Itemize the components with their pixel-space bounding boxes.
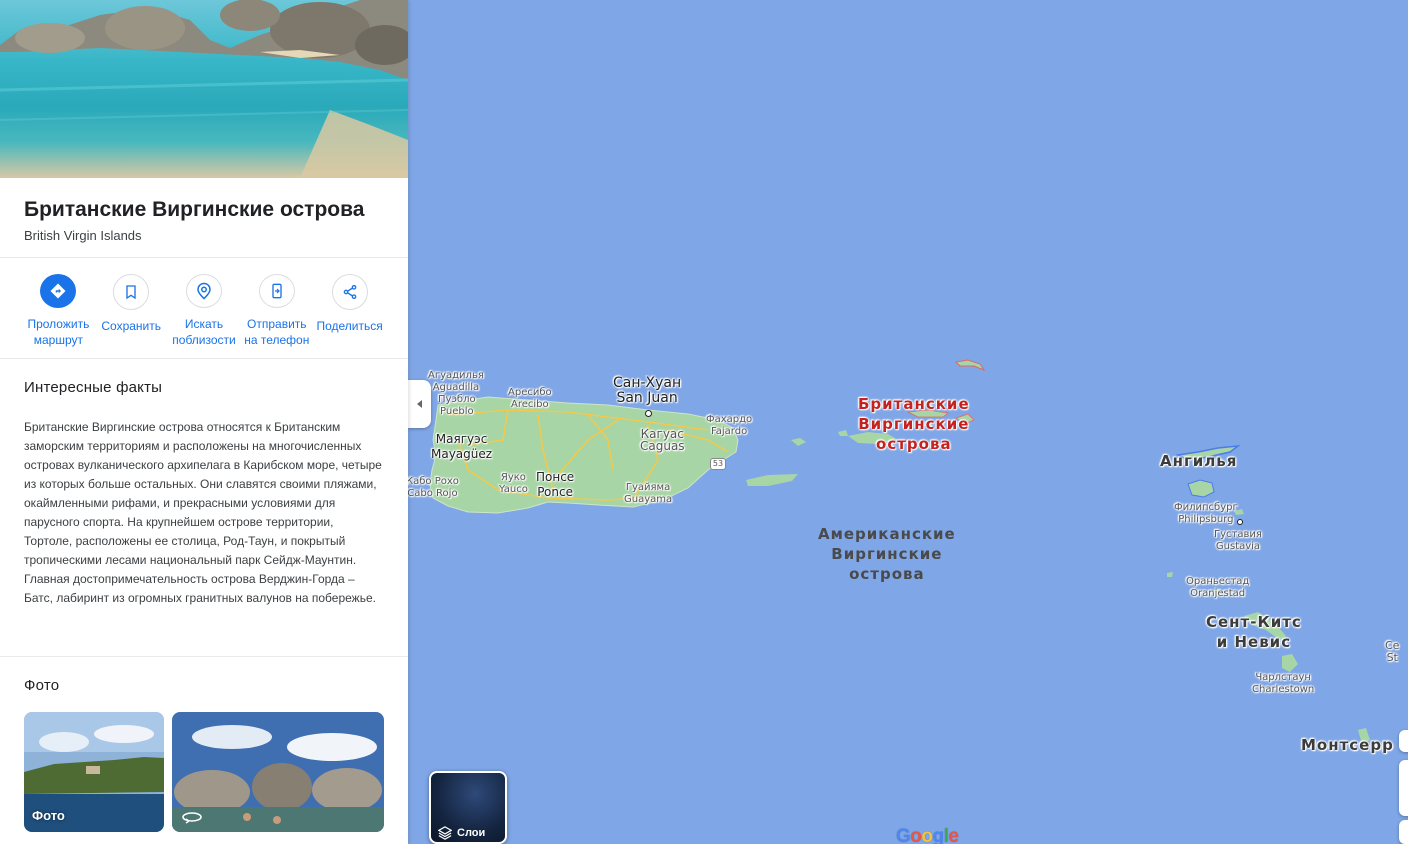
search-nearby-icon [185,274,222,308]
map-compass-button[interactable] [1399,730,1408,752]
vieques-island [746,474,798,486]
photos-heading: Фото [24,677,60,694]
bookmark-icon [113,274,150,310]
nevis-island [1282,654,1298,672]
map-label-fajardo[interactable]: Фахардо Fajardo [706,414,752,438]
map-label-gustavia[interactable]: Густавия Gustavia [1214,529,1262,553]
capital-marker [645,410,652,417]
map-label-pueblo[interactable]: Пуэбло Pueblo [438,382,476,418]
map-label-us-virgin-islands[interactable]: Американские Виргинские острова [818,524,956,584]
photos-section: Фото Фото [0,657,408,832]
st-john-island [838,430,848,436]
search-nearby-label: Искать поблизости [172,317,236,347]
photo-thumbnail-1[interactable]: Фото [24,712,164,832]
share-button[interactable]: Поделиться [313,274,386,348]
hero-photo[interactable] [0,0,408,178]
save-button[interactable]: Сохранить [95,274,168,348]
map-label-charlestown[interactable]: Чарлстаун Charlestown [1252,672,1314,696]
photo-thumbnail-360[interactable] [172,712,384,832]
map-label-st-kitts-nevis[interactable]: Сент-Китс и Невис [1206,612,1302,652]
map-label-cabo-rojo[interactable]: Кабо Рохо Cabo Rojo [408,476,459,500]
place-subtitle: British Virgin Islands [24,228,142,243]
anegada-island [954,359,986,372]
collapse-panel-button[interactable] [408,380,431,428]
layers-button[interactable]: Слои [429,771,507,844]
map-label-yauco[interactable]: Яуко Yauco [499,472,528,496]
send-to-phone-icon [258,274,295,308]
chevron-left-icon [417,400,422,408]
st-martin-island [1187,479,1215,498]
map-label-caguas[interactable]: Кагуас Caguas [640,428,685,452]
map-label-mayaguez[interactable]: Маягуэс Mayagüez [431,432,492,462]
zoom-control[interactable] [1399,760,1408,816]
philipsburg-marker [1237,519,1243,525]
layers-icon [438,826,452,840]
route-shield: 53 [710,458,726,470]
place-side-panel: Британские Виргинские острова British Vi… [0,0,408,844]
save-label: Сохранить [101,319,162,333]
facts-heading: Интересные факты [24,379,163,396]
map-label-guayama[interactable]: Гуайяма Guayama [624,482,672,506]
facts-text: Британские Виргинские острова относятся … [24,420,382,605]
map-label-ponce[interactable]: Понсе Ponce [536,470,574,500]
map-label-arecibo[interactable]: Аресибо Arecibo [508,387,552,411]
directions-label: Проложить маршрут [27,317,90,347]
place-header: Британские Виргинские острова British Vi… [0,178,408,258]
photo-2-scene [172,712,384,832]
share-label: Поделиться [316,319,383,333]
google-logo: Google [896,826,959,844]
map-label-san-juan[interactable]: Сан-Хуан San Juan [613,376,681,406]
culebra-island [791,438,806,446]
pegman-button[interactable] [1399,820,1408,844]
send-to-phone-label: Отправить на телефон [244,317,310,347]
search-nearby-button[interactable]: Искать поблизости [168,274,241,348]
send-to-phone-button[interactable]: Отправить на телефон [240,274,313,348]
saba-island [1167,572,1173,577]
map-label-edge[interactable]: Се St [1385,640,1399,664]
360-view-icon [182,812,202,824]
layers-label: Слои [457,827,486,839]
hero-photo-scene [0,0,408,178]
map-label-montserrat[interactable]: Монтсерр [1301,735,1394,755]
map-label-anguilla[interactable]: Ангилья [1160,451,1237,471]
map-label-british-virgin-islands[interactable]: Британские Виргинские острова [858,394,970,454]
action-bar: Проложить маршрут Сохранить Искать побли… [0,258,408,359]
map-label-oranjestad[interactable]: Ораньестад Oranjestad [1186,576,1249,600]
map-canvas[interactable]: Агуадилья Aguadilla Пуэбло Pueblo Аресибо A… [408,0,1408,844]
share-icon [331,274,368,310]
directions-icon [40,274,77,308]
photo-caption: Фото [32,808,65,823]
directions-button[interactable]: Проложить маршрут [22,274,95,348]
place-title: Британские Виргинские острова [24,198,365,221]
facts-section: Интересные факты Британские Виргинские о… [0,359,408,657]
map-label-philipsburg[interactable]: Филипсбург Philipsburg [1174,502,1238,526]
